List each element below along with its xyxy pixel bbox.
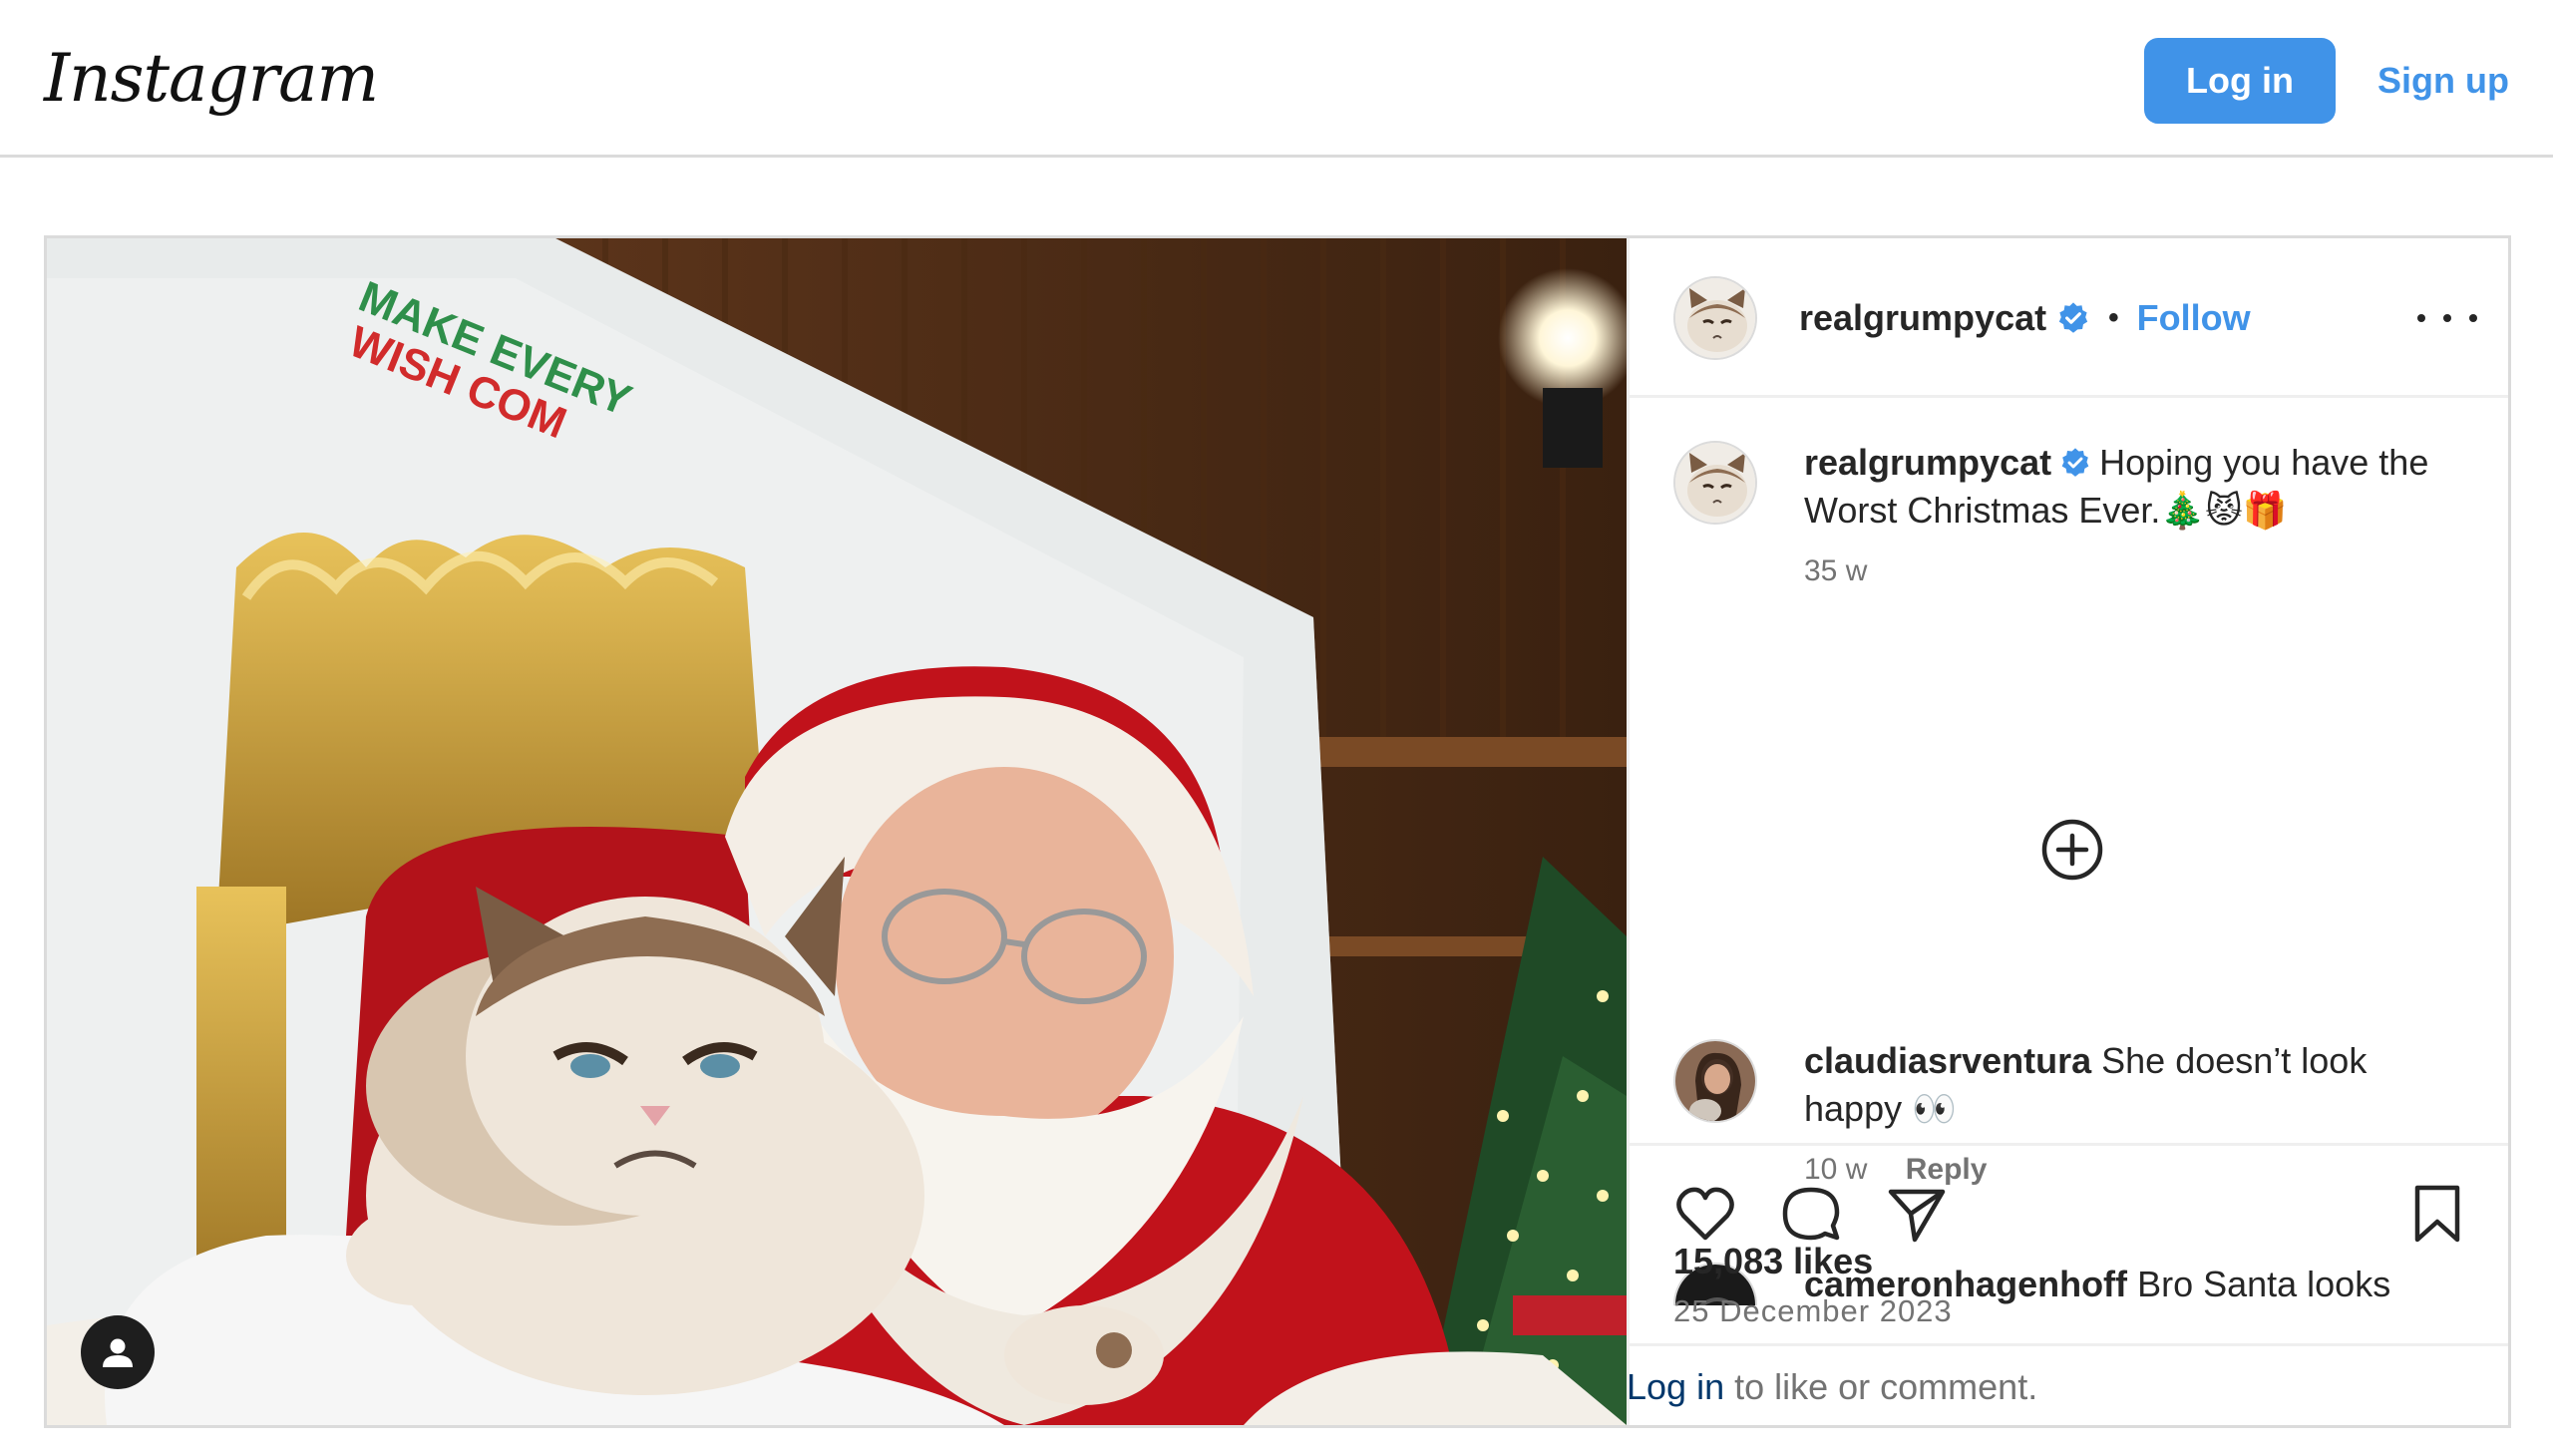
post-card: MAKE EVERY WISH COM realgrumpycat • Foll… <box>44 235 2511 1428</box>
like-count[interactable]: 15,083 likes <box>1673 1241 1873 1282</box>
login-prompt-text: to like or comment. <box>1724 1366 2038 1407</box>
caption-time[interactable]: 35 w <box>1804 554 1867 587</box>
top-navigation-bar: Instagram Log in Sign up <box>0 0 2553 158</box>
separator-dot: • <box>2108 301 2119 334</box>
login-prompt-link[interactable]: Log in <box>1627 1366 1724 1407</box>
post-header: realgrumpycat • Follow <box>1630 238 2508 398</box>
user-tag-button[interactable] <box>81 1315 155 1389</box>
caption-meta: 35 w <box>1804 554 1867 588</box>
login-prompt: Log in to like or comment. <box>1627 1366 2037 1408</box>
user-tag-icon <box>103 1338 133 1367</box>
comment-text: claudiasrventura She doesn’t look happy … <box>1804 1037 2462 1133</box>
user-photo-avatar-icon <box>1675 1041 1755 1121</box>
more-dot <box>2443 314 2451 322</box>
plus-circle-icon[interactable] <box>2040 818 2104 882</box>
commenter-username[interactable]: claudiasrventura <box>1804 1040 2091 1081</box>
author-info: realgrumpycat • Follow <box>1799 296 2251 340</box>
login-button[interactable]: Log in <box>2144 38 2336 124</box>
login-prompt-bar: Log in to like or comment. <box>1627 1343 2508 1425</box>
instagram-logo[interactable]: Instagram <box>44 40 379 117</box>
post-image[interactable]: MAKE EVERY WISH COM <box>47 238 1627 1425</box>
post-side-panel: realgrumpycat • Follow realgrumpycat Hop… <box>1627 238 2508 1425</box>
comment-body: Bro Santa looks <box>2137 1264 2391 1304</box>
signup-link[interactable]: Sign up <box>2364 38 2523 124</box>
grumpy-cat-avatar-icon <box>1675 443 1755 523</box>
post-photo-illustration: MAKE EVERY WISH COM <box>47 238 1627 1425</box>
more-dot <box>2417 314 2425 322</box>
caption-text: realgrumpycat Hoping you have the Worst … <box>1804 439 2462 535</box>
more-options-icon[interactable] <box>2417 296 2477 340</box>
verified-badge-icon <box>2061 448 2089 477</box>
author-username[interactable]: realgrumpycat <box>1799 297 2046 339</box>
post-date[interactable]: 25 December 2023 <box>1673 1293 1953 1329</box>
heart-icon[interactable] <box>1673 1182 1737 1246</box>
commenter-avatar[interactable] <box>1673 1039 1757 1123</box>
author-avatar[interactable] <box>1673 276 1757 360</box>
more-dot <box>2469 314 2477 322</box>
caption-username[interactable]: realgrumpycat <box>1804 442 2051 483</box>
caption-avatar[interactable] <box>1673 441 1757 525</box>
verified-badge-icon <box>2058 302 2088 333</box>
bookmark-icon[interactable] <box>2405 1182 2469 1246</box>
share-icon[interactable] <box>1885 1182 1949 1246</box>
follow-button[interactable]: Follow <box>2137 297 2251 339</box>
comment-icon[interactable] <box>1779 1182 1843 1246</box>
grumpy-cat-avatar-icon <box>1675 278 1755 358</box>
